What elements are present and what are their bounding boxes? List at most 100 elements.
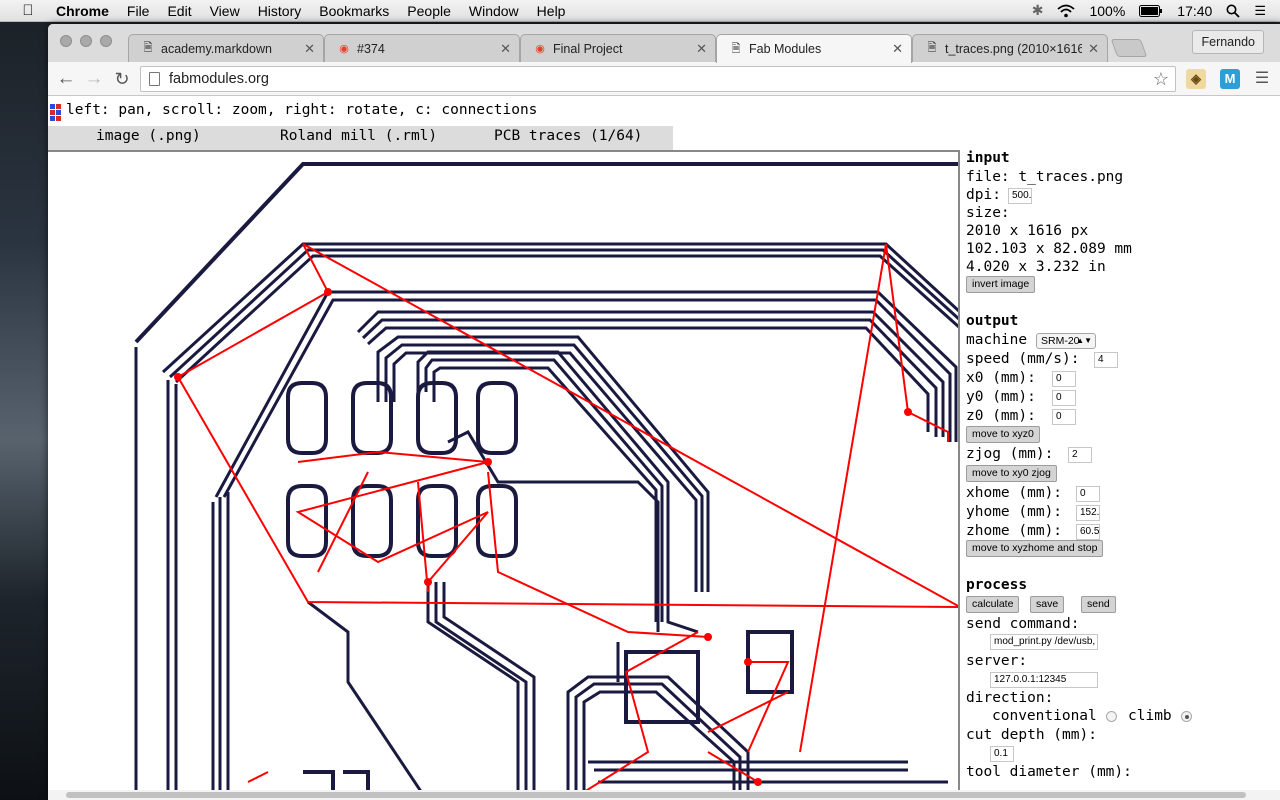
x0-label: x0 (mm): (966, 370, 1036, 386)
back-arrow-icon[interactable]: ← (54, 67, 78, 91)
close-icon[interactable]: ✕ (892, 41, 903, 57)
usage-instructions: left: pan, scroll: zoom, right: rotate, … (66, 102, 538, 118)
xhome-input[interactable]: 0 (1076, 486, 1100, 502)
wifi-icon[interactable] (1057, 4, 1076, 18)
close-icon[interactable]: ✕ (696, 41, 707, 57)
menu-edit[interactable]: Edit (158, 0, 200, 22)
zhome-input[interactable]: 60.5 (1076, 524, 1100, 540)
menu-view[interactable]: View (201, 0, 249, 22)
menu-bookmarks[interactable]: Bookmarks (310, 0, 398, 22)
machine-label: machine (966, 332, 1028, 348)
scrollbar-thumb[interactable] (66, 792, 1246, 798)
module-roland-mill[interactable]: Roland mill (.rml) (280, 128, 437, 144)
machine-select[interactable]: SRM-20 ▲▼ (1036, 333, 1096, 349)
profile-button[interactable]: Fernando (1192, 30, 1264, 54)
window-minimize-button[interactable] (80, 35, 92, 47)
zjog-input[interactable]: 2 (1068, 447, 1092, 463)
window-zoom-button[interactable] (100, 35, 112, 47)
document-icon: 🗎 (927, 42, 937, 54)
chrome-menu-icon[interactable]: ☰ (1250, 67, 1274, 91)
cut-depth-label: cut depth (mm): (966, 727, 1097, 743)
yhome-input[interactable]: 152. (1076, 505, 1100, 521)
tab-final-project[interactable]: ◉ Final Project ✕ (520, 34, 716, 62)
tab-t-traces-png[interactable]: 🗎 t_traces.png (2010×1616) ✕ (912, 34, 1108, 62)
y0-label: y0 (mm): (966, 389, 1036, 405)
send-command-input[interactable]: mod_print.py /dev/usb, (990, 634, 1098, 650)
extension-m-icon[interactable]: M (1220, 69, 1240, 89)
size-mm: 102.103 x 82.089 mm (966, 241, 1132, 257)
x0-input[interactable]: 0 (1052, 371, 1076, 387)
move-to-xyz0-button[interactable]: move to xyz0 (966, 426, 1040, 443)
zjog-label: zjog (mm): (966, 446, 1054, 462)
menu-window[interactable]: Window (460, 0, 528, 22)
tab-issue-374[interactable]: ◉ #374 ✕ (324, 34, 520, 62)
module-image-png[interactable]: image (.png) (96, 128, 201, 144)
document-icon: 🗎 (143, 42, 153, 54)
z0-input[interactable]: 0 (1052, 409, 1076, 425)
window-close-button[interactable] (60, 35, 72, 47)
zhome-label: zhome (mm): (966, 523, 1063, 539)
close-icon[interactable]: ✕ (304, 41, 315, 57)
machine-select-value: SRM-20 (1041, 335, 1080, 347)
module-bar: image (.png) Roland mill (.rml) PCB trac… (48, 126, 673, 150)
spotlight-search-icon[interactable] (1226, 4, 1240, 18)
process-heading: process (966, 577, 1028, 593)
module-pcb-traces[interactable]: PCB traces (1/64) (494, 128, 642, 144)
clock[interactable]: 17:40 (1177, 3, 1212, 19)
extension-basket-icon[interactable]: ◈ (1186, 69, 1206, 89)
direction-label: direction: (966, 690, 1054, 706)
z0-label: z0 (mm): (966, 408, 1036, 424)
battery-icon[interactable] (1139, 4, 1163, 17)
calculate-button[interactable]: calculate (966, 596, 1020, 613)
horizontal-scrollbar[interactable] (48, 790, 1280, 800)
apple-menu-icon[interactable]:  (0, 2, 56, 19)
size-px: 2010 x 1616 px (966, 223, 1089, 239)
size-in: 4.020 x 3.232 in (966, 259, 1106, 275)
dpi-input[interactable]: 500. (1008, 188, 1032, 204)
move-to-xyzhome-button[interactable]: move to xyzhome and stop (966, 540, 1104, 557)
move-to-xy0-zjog-button[interactable]: move to xy0 zjog (966, 465, 1057, 482)
server-input[interactable]: 127.0.0.1:12345 (990, 672, 1098, 688)
toolpath-traces (134, 162, 958, 800)
yhome-label: yhome (mm): (966, 504, 1063, 520)
document-icon: 🗎 (731, 42, 741, 55)
dpi-label: dpi: (966, 187, 1001, 203)
input-file: file: t_traces.png (966, 169, 1124, 185)
size-label: size: (966, 205, 1010, 221)
climb-radio[interactable] (1181, 711, 1192, 722)
cut-depth-input[interactable]: 0.1 (990, 746, 1014, 762)
invert-image-button[interactable]: invert image (966, 276, 1036, 293)
tab-academy-markdown[interactable]: 🗎 academy.markdown ✕ (128, 34, 324, 62)
menu-history[interactable]: History (249, 0, 311, 22)
fab-logo-icon[interactable] (50, 104, 62, 122)
climb-label: climb (1128, 708, 1172, 724)
fab-modules-page: left: pan, scroll: zoom, right: rotate, … (48, 96, 1280, 800)
reload-icon[interactable]: ↻ (110, 67, 134, 91)
menu-app-name[interactable]: Chrome (56, 0, 118, 22)
notification-center-icon[interactable]: ☰ (1254, 3, 1266, 19)
input-heading: input (966, 150, 1010, 166)
bluetooth-icon[interactable]: ✱ (1032, 2, 1044, 19)
toolpath-canvas[interactable] (48, 152, 960, 800)
tab-label: t_traces.png (2010×1616) (945, 41, 1083, 56)
bookmark-star-icon[interactable]: ☆ (1153, 67, 1169, 91)
conventional-radio[interactable] (1106, 711, 1117, 722)
menu-help[interactable]: Help (528, 0, 575, 22)
close-icon[interactable]: ✕ (500, 41, 511, 57)
tab-label: academy.markdown (161, 41, 272, 56)
address-bar[interactable]: fabmodules.org ☆ (140, 66, 1176, 92)
send-command-label: send command: (966, 616, 1080, 632)
save-button[interactable]: save (1030, 596, 1065, 613)
forward-arrow-icon[interactable]: → (82, 67, 106, 91)
battery-percent: 100% (1089, 2, 1126, 19)
toolpath-viewport[interactable] (48, 150, 960, 800)
tab-fab-modules[interactable]: 🗎 Fab Modules ✕ (716, 34, 912, 63)
y0-input[interactable]: 0 (1052, 390, 1076, 406)
send-button[interactable]: send (1081, 596, 1116, 613)
output-heading: output (966, 313, 1019, 329)
new-tab-button[interactable] (1110, 39, 1148, 57)
close-icon[interactable]: ✕ (1088, 41, 1099, 57)
menu-file[interactable]: File (118, 0, 159, 22)
speed-input[interactable]: 4 (1094, 352, 1118, 368)
menu-people[interactable]: People (398, 0, 460, 22)
